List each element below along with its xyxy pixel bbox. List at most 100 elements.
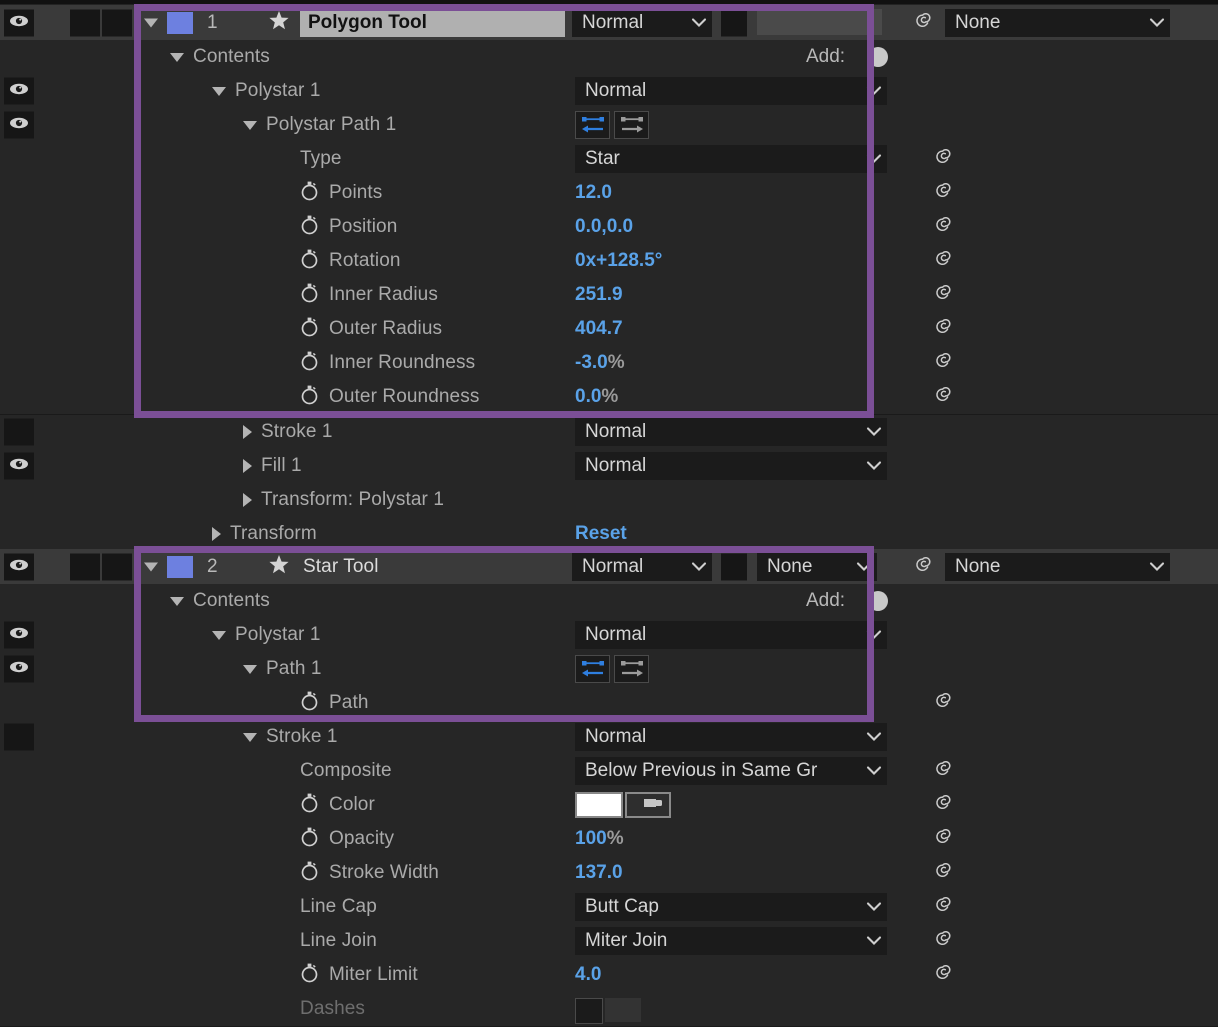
expression-pickwhip-icon[interactable] [932, 690, 954, 717]
parent-dropdown[interactable]: None [945, 553, 1170, 581]
stopwatch-icon[interactable] [300, 180, 319, 207]
path-reverse-left-button[interactable] [575, 111, 610, 139]
stopwatch-icon[interactable] [300, 350, 319, 377]
property-row[interactable]: Polystar Path 1 [0, 108, 1218, 143]
layer-expand-triangle[interactable] [144, 18, 158, 28]
layer-switches[interactable] [0, 549, 132, 585]
row-label[interactable]: Outer Radius [300, 312, 442, 346]
stopwatch-icon[interactable] [300, 792, 319, 819]
property-row[interactable]: Outer Roundness 0.0% [0, 380, 1218, 415]
row-label[interactable]: Polystar 1 [212, 618, 320, 652]
group-blend-mode-dropdown[interactable]: Normal [575, 418, 887, 446]
row-label[interactable]: Position [300, 210, 397, 244]
property-row[interactable]: Fill 1 Normal [0, 449, 1218, 484]
row-label[interactable]: Type [300, 142, 342, 176]
visibility-toggle[interactable] [4, 77, 34, 105]
visibility-toggle[interactable] [4, 111, 34, 139]
property-row[interactable]: Opacity 100% [0, 822, 1218, 857]
expression-pickwhip-icon[interactable] [932, 962, 954, 989]
solo-toggle[interactable] [70, 553, 100, 581]
layer-expand-triangle[interactable] [144, 562, 158, 572]
parent-pickwhip-icon[interactable] [912, 554, 934, 581]
visibility-toggle-off[interactable] [4, 418, 34, 446]
expand-triangle[interactable] [243, 425, 252, 439]
property-value[interactable]: 0.0% [575, 380, 618, 414]
row-label[interactable]: Polystar 1 [212, 74, 320, 108]
add-button[interactable] [868, 591, 888, 611]
property-switches[interactable] [0, 74, 130, 108]
expand-triangle[interactable] [212, 86, 226, 96]
property-row[interactable]: Miter Limit 4.0 [0, 958, 1218, 993]
expression-pickwhip-icon[interactable] [932, 792, 954, 819]
group-blend-mode-dropdown[interactable]: Normal [575, 621, 887, 649]
property-row[interactable]: Position 0.0,0.0 [0, 210, 1218, 245]
property-value[interactable]: 0.0,0.0 [575, 210, 633, 244]
property-row[interactable]: Contents Add: [0, 584, 1218, 619]
row-label[interactable]: Stroke 1 [243, 720, 338, 754]
property-row[interactable]: Outer Radius 404.7 [0, 312, 1218, 347]
expand-triangle[interactable] [212, 527, 221, 541]
visibility-toggle[interactable] [4, 452, 34, 480]
property-row[interactable]: Inner Roundness -3.0% [0, 346, 1218, 381]
stopwatch-icon[interactable] [300, 282, 319, 309]
video-toggle[interactable] [4, 553, 34, 581]
row-label[interactable]: Outer Roundness [300, 380, 479, 414]
parent-column[interactable]: None [890, 549, 1218, 585]
group-blend-mode-dropdown[interactable]: Normal [575, 77, 887, 105]
expression-pickwhip-icon[interactable] [932, 146, 954, 173]
row-label[interactable]: Stroke 1 [243, 415, 333, 449]
layer-color-swatch[interactable] [167, 556, 193, 578]
expression-pickwhip-icon[interactable] [932, 214, 954, 241]
stopwatch-icon[interactable] [300, 248, 319, 275]
property-switches[interactable] [0, 415, 130, 449]
path-reverse-right-button[interactable] [614, 655, 649, 683]
row-label[interactable]: Rotation [300, 244, 401, 278]
expression-pickwhip-icon[interactable] [932, 758, 954, 785]
video-toggle[interactable] [4, 9, 34, 37]
audio-toggle[interactable] [38, 553, 68, 581]
property-value[interactable]: 137.0 [575, 856, 623, 890]
expand-triangle[interactable] [243, 459, 252, 473]
row-label[interactable]: Inner Radius [300, 278, 438, 312]
expression-pickwhip-icon[interactable] [932, 248, 954, 275]
row-label[interactable]: Composite [300, 754, 392, 788]
add-button[interactable] [868, 47, 888, 67]
preserve-transparency-toggle[interactable] [721, 9, 747, 37]
property-value[interactable]: 12.0 [575, 176, 612, 210]
property-row[interactable]: Line Cap Butt Cap [0, 890, 1218, 925]
stopwatch-icon[interactable] [300, 860, 319, 887]
row-label[interactable]: Path [300, 686, 369, 720]
expand-triangle[interactable] [243, 732, 257, 742]
path-reverse-right-button[interactable] [614, 111, 649, 139]
stopwatch-icon[interactable] [300, 826, 319, 853]
row-label[interactable]: Contents [170, 584, 270, 618]
property-dropdown[interactable]: Below Previous in Same Gr [575, 757, 887, 785]
row-label[interactable]: Transform: Polystar 1 [243, 483, 444, 517]
property-value[interactable]: 4.0 [575, 958, 601, 992]
property-row[interactable]: Type Star [0, 142, 1218, 177]
property-switches[interactable] [0, 652, 130, 686]
blend-mode-dropdown[interactable]: Normal [572, 9, 712, 37]
property-value[interactable]: 404.7 [575, 312, 623, 346]
property-value[interactable]: 0x+128.5° [575, 244, 662, 278]
property-row[interactable]: Line Join Miter Join [0, 924, 1218, 959]
expression-pickwhip-icon[interactable] [932, 384, 954, 411]
expression-pickwhip-icon[interactable] [932, 180, 954, 207]
expression-pickwhip-icon[interactable] [932, 350, 954, 377]
expand-triangle[interactable] [212, 630, 226, 640]
row-label[interactable]: Line Join [300, 924, 377, 958]
property-row[interactable]: Inner Radius 251.9 [0, 278, 1218, 313]
row-label[interactable]: Polystar Path 1 [243, 108, 396, 142]
property-dropdown[interactable]: Miter Join [575, 927, 887, 955]
row-label[interactable]: Points [300, 176, 382, 210]
dash-controls-2[interactable] [605, 998, 641, 1022]
expression-pickwhip-icon[interactable] [932, 316, 954, 343]
path-direction-buttons[interactable] [575, 111, 649, 139]
property-row[interactable]: Stroke Width 137.0 [0, 856, 1218, 891]
blend-mode-dropdown[interactable]: Normal [572, 553, 712, 581]
property-row[interactable]: Polystar 1 Normal [0, 74, 1218, 109]
layer-row[interactable]: 1 Polygon Tool Normal None [0, 5, 1218, 42]
expand-triangle[interactable] [170, 596, 184, 606]
row-label[interactable]: Stroke Width [300, 856, 439, 890]
stopwatch-icon[interactable] [300, 384, 319, 411]
